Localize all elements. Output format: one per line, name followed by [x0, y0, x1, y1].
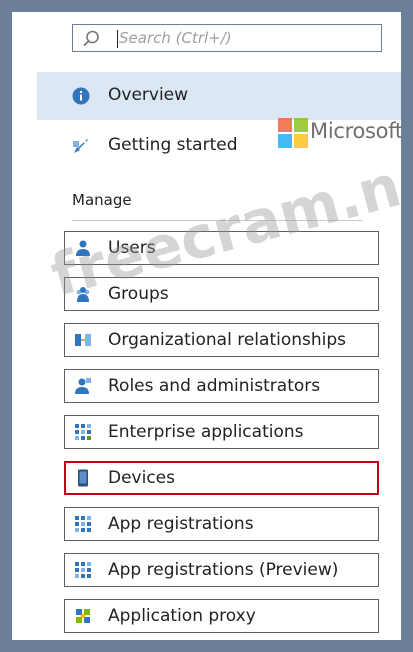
- search-input[interactable]: [119, 28, 359, 48]
- manage-item-app-registrations[interactable]: App registrations: [64, 507, 379, 541]
- microsoft-logo-icon: [278, 118, 308, 148]
- nav-item-overview-label: Overview: [108, 85, 189, 105]
- app-registrations-icon: [75, 562, 91, 578]
- manage-item-app-registrations-preview[interactable]: App registrations (Preview): [64, 553, 379, 587]
- sidebar-panel: Overview Getting started Microsoft Manag…: [12, 12, 401, 640]
- roles-icon: [75, 378, 91, 394]
- nav-item-overview[interactable]: Overview: [37, 72, 401, 120]
- nav-item-getting-started-label: Getting started: [108, 135, 238, 155]
- manage-item-app-registrations-label: App registrations: [108, 514, 254, 534]
- app-registrations-icon: [75, 516, 91, 532]
- rocket-icon: [73, 139, 88, 153]
- text-caret: [117, 30, 118, 48]
- manage-item-devices-label: Devices: [108, 468, 175, 488]
- info-icon: [72, 87, 90, 105]
- manage-item-enterprise-applications-label: Enterprise applications: [108, 422, 304, 442]
- manage-item-application-proxy[interactable]: Application proxy: [64, 599, 379, 633]
- microsoft-wordmark: Microsoft: [310, 119, 401, 143]
- device-icon: [78, 469, 88, 487]
- manage-item-devices[interactable]: Devices: [64, 461, 379, 495]
- enterprise-apps-icon: [75, 424, 91, 440]
- search-box[interactable]: [72, 24, 382, 52]
- manage-item-organizational-relationships[interactable]: Organizational relationships: [64, 323, 379, 357]
- search-icon: [83, 30, 99, 47]
- section-title-manage: Manage: [72, 191, 132, 209]
- manage-item-roles-and-administrators-label: Roles and administrators: [108, 376, 321, 396]
- manage-item-app-registrations-preview-label: App registrations (Preview): [108, 560, 339, 580]
- manage-item-application-proxy-label: Application proxy: [108, 606, 256, 626]
- manage-item-organizational-relationships-label: Organizational relationships: [108, 330, 347, 350]
- org-relationships-icon: [75, 334, 91, 346]
- app-proxy-icon: [76, 609, 90, 623]
- manage-item-enterprise-applications[interactable]: Enterprise applications: [64, 415, 379, 449]
- manage-item-roles-and-administrators[interactable]: Roles and administrators: [64, 369, 379, 403]
